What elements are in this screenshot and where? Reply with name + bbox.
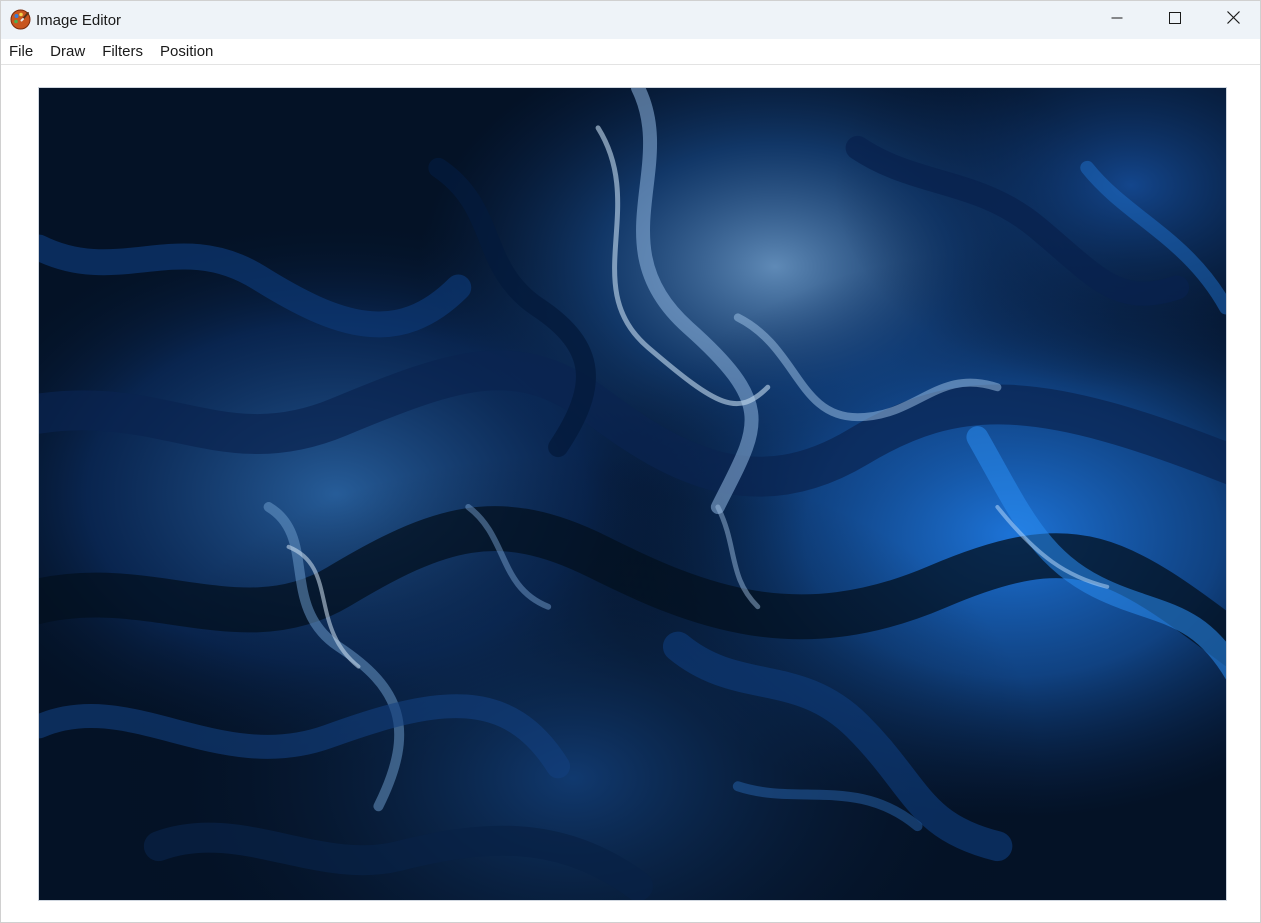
menu-file[interactable]: File <box>1 39 42 64</box>
close-button[interactable] <box>1204 1 1260 39</box>
image-canvas[interactable] <box>38 87 1227 901</box>
menu-draw[interactable]: Draw <box>42 39 94 64</box>
minimize-icon <box>1111 11 1123 29</box>
palette-icon <box>10 9 31 30</box>
maximize-button[interactable] <box>1146 1 1204 39</box>
window-title: Image Editor <box>36 12 122 29</box>
maximize-icon <box>1169 11 1181 29</box>
close-icon <box>1226 11 1240 29</box>
title-bar[interactable]: Image Editor <box>1 1 1260 39</box>
canvas-image <box>39 88 1226 900</box>
app-window: Image Editor File Draw Filters Position <box>0 0 1261 923</box>
minimize-button[interactable] <box>1088 1 1146 39</box>
menu-bar: File Draw Filters Position <box>1 39 1260 65</box>
menu-filters[interactable]: Filters <box>94 39 152 64</box>
menu-position[interactable]: Position <box>152 39 222 64</box>
